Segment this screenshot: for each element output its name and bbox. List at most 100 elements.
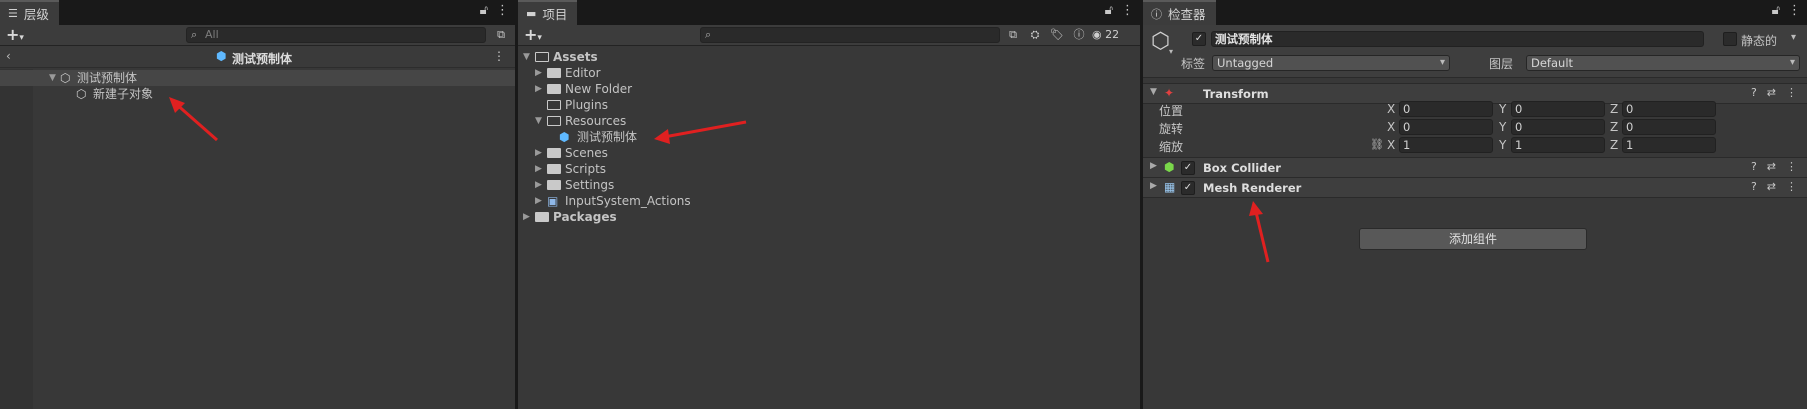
lock-icon[interactable]: 🔓︎ — [480, 3, 488, 18]
project-item-label: 测试预制体 — [577, 130, 638, 144]
transform-position-x-field[interactable]: 0 — [1399, 101, 1493, 117]
lock-icon[interactable]: 🔓︎ — [1772, 3, 1780, 18]
expand-triangle-icon[interactable]: ▼ — [535, 113, 542, 129]
gameobject-cube-icon[interactable]: ⬡ — [1151, 29, 1170, 54]
annotation-arrow — [1249, 201, 1270, 263]
collapse-triangle-icon[interactable]: ▶ — [535, 193, 542, 209]
collapse-triangle-icon[interactable]: ▶ — [1150, 181, 1157, 191]
preset-icon[interactable]: ⇄ — [1767, 86, 1776, 99]
tag-dropdown[interactable]: Untagged — [1212, 55, 1450, 71]
hidden-packages-toggle[interactable]: ◉ 22 — [1092, 27, 1132, 43]
create-dropdown-button[interactable]: +▾ — [524, 26, 542, 47]
search-placeholder: All — [205, 28, 219, 41]
log-icon[interactable]: ⓘ — [1070, 27, 1088, 43]
transform-scale-z-field[interactable]: 1 — [1622, 137, 1716, 153]
project-item-label: Editor — [565, 66, 601, 80]
transform-rotation-label: 旋转 — [1159, 122, 1184, 136]
object-name-field[interactable]: 测试预制体 — [1211, 31, 1704, 47]
help-icon[interactable]: ? — [1751, 180, 1757, 193]
gameobject-cube-icon: ⬡ — [76, 87, 87, 101]
project-item-label: InputSystem_Actions — [565, 194, 691, 208]
active-checkbox[interactable]: ✓ — [1192, 32, 1206, 46]
tab-hierarchy[interactable]: ☰ 层级 — [0, 0, 59, 25]
collapse-triangle-icon[interactable]: ▶ — [523, 209, 530, 225]
lock-icon[interactable]: 🔓︎ — [1105, 3, 1113, 18]
folder-icon — [547, 164, 561, 174]
project-item-label: Assets — [553, 50, 598, 64]
project-tree-item[interactable]: ▶ New Folder — [518, 81, 1140, 97]
transform-scale-y-field[interactable]: 1 — [1511, 137, 1605, 153]
component-menu-icon[interactable]: ⋮ — [1786, 86, 1797, 99]
project-tree-item[interactable]: ▼ Resources — [518, 113, 1140, 129]
search-by-type-icon[interactable]: ⧉ — [1004, 27, 1022, 43]
icon-dropdown-icon[interactable]: ▾ — [1169, 47, 1173, 56]
preset-icon[interactable]: ⇄ — [1767, 180, 1776, 193]
folder-icon — [547, 180, 561, 190]
transform-scale-x-field[interactable]: 1 — [1399, 137, 1493, 153]
project-tree-item[interactable]: ▶ Settings — [518, 177, 1140, 193]
project-item-label: Scenes — [565, 146, 608, 160]
back-chevron-icon[interactable]: ‹ — [6, 49, 11, 63]
tab-project[interactable]: ▬ 项目 — [518, 0, 578, 25]
project-tree-item[interactable]: ▶ Editor — [518, 65, 1140, 81]
transform-position-y-field[interactable]: 0 — [1511, 101, 1605, 117]
project-tree-item[interactable]: ▼ Assets — [518, 49, 1140, 65]
search-options-icon[interactable]: ⧉ — [492, 27, 510, 43]
static-dropdown-icon[interactable]: ▾ — [1791, 32, 1796, 43]
prefab-mode-header: ‹ ⬢ 测试预制体 ⋮ — [0, 46, 515, 68]
layer-dropdown[interactable]: Default — [1526, 55, 1800, 71]
collapse-triangle-icon[interactable]: ▼ — [1150, 87, 1157, 97]
more-menu-icon[interactable]: ⋮ — [1121, 3, 1134, 18]
add-component-button[interactable]: 添加组件 — [1359, 228, 1587, 250]
collapse-triangle-icon[interactable]: ▶ — [535, 81, 542, 97]
list-icon: ☰ — [8, 7, 18, 20]
project-search-input[interactable]: ⌕ — [700, 27, 1000, 43]
prefab-cube-icon: ⬢ — [216, 49, 227, 63]
static-checkbox[interactable] — [1723, 32, 1737, 46]
constrain-proportions-icon[interactable]: ⛓ — [1370, 138, 1384, 151]
transform-rotation-y-field[interactable]: 0 — [1511, 119, 1605, 135]
collapse-triangle-icon[interactable]: ▶ — [1150, 161, 1157, 171]
collapse-triangle-icon[interactable]: ▶ — [535, 65, 542, 81]
help-icon[interactable]: ? — [1751, 160, 1757, 173]
hierarchy-search-input[interactable]: ⌕ All — [186, 27, 486, 43]
component-title: Mesh Renderer — [1203, 181, 1302, 195]
component-header[interactable]: ▶ ▦ ✓ Mesh Renderer ? ⇄ ⋮ — [1143, 177, 1807, 198]
tab-inspector[interactable]: ⓘ 检查器 — [1143, 0, 1216, 25]
transform-rotation-x-field[interactable]: 0 — [1399, 119, 1493, 135]
collapse-triangle-icon[interactable]: ▶ — [535, 161, 542, 177]
axis-z-label: Z — [1610, 138, 1619, 152]
hierarchy-row-root[interactable]: ▼ ⬡ 测试预制体 — [0, 70, 515, 86]
component-header[interactable]: ▶ ⬢ ✓ Box Collider ? ⇄ ⋮ — [1143, 157, 1807, 178]
project-tree-item[interactable]: ⬢ 测试预制体 — [518, 129, 1140, 145]
component-menu-icon[interactable]: ⋮ — [1786, 180, 1797, 193]
project-tree-item[interactable]: ▶ Scripts — [518, 161, 1140, 177]
transform-title: Transform — [1203, 87, 1269, 101]
project-tree-item[interactable]: ▶ ▣ InputSystem_Actions — [518, 193, 1140, 209]
preset-icon[interactable]: ⇄ — [1767, 160, 1776, 173]
project-tree-item[interactable]: Plugins — [518, 97, 1140, 113]
more-menu-icon[interactable]: ⋮ — [496, 3, 509, 18]
component-enabled-checkbox[interactable]: ✓ — [1181, 181, 1195, 195]
collapse-triangle-icon[interactable]: ▶ — [535, 177, 542, 193]
hierarchy-row-child[interactable]: ⬡ 新建子对象 — [0, 86, 515, 102]
prefab-more-icon[interactable]: ⋮ — [493, 49, 505, 63]
axis-x-label: X — [1387, 138, 1396, 152]
more-menu-icon[interactable]: ⋮ — [1788, 3, 1801, 18]
component-enabled-checkbox[interactable]: ✓ — [1181, 161, 1195, 175]
transform-position-z-field[interactable]: 0 — [1622, 101, 1716, 117]
transform-position-label: 位置 — [1159, 104, 1184, 118]
filter-by-label-icon[interactable]: 🏷︎ — [1048, 27, 1066, 43]
folder-icon — [547, 148, 561, 158]
help-icon[interactable]: ? — [1751, 86, 1757, 99]
create-dropdown-button[interactable]: +▾ — [6, 26, 24, 47]
project-tree-item[interactable]: ▶ Scenes — [518, 145, 1140, 161]
expand-triangle-icon[interactable]: ▼ — [49, 70, 56, 86]
transform-rotation-z-field[interactable]: 0 — [1622, 119, 1716, 135]
project-tree-item[interactable]: ▶ Packages — [518, 209, 1140, 225]
filter-by-type-icon[interactable]: ⛭ — [1026, 27, 1044, 43]
expand-triangle-icon[interactable]: ▼ — [523, 49, 530, 65]
component-menu-icon[interactable]: ⋮ — [1786, 160, 1797, 173]
collapse-triangle-icon[interactable]: ▶ — [535, 145, 542, 161]
hierarchy-panel: ☰ 层级 🔓︎ ⋮ +▾ ⌕ All ⧉ ‹ ⬢ 测试预制体 ⋮ ▼ ⬡ 测试预… — [0, 0, 515, 409]
